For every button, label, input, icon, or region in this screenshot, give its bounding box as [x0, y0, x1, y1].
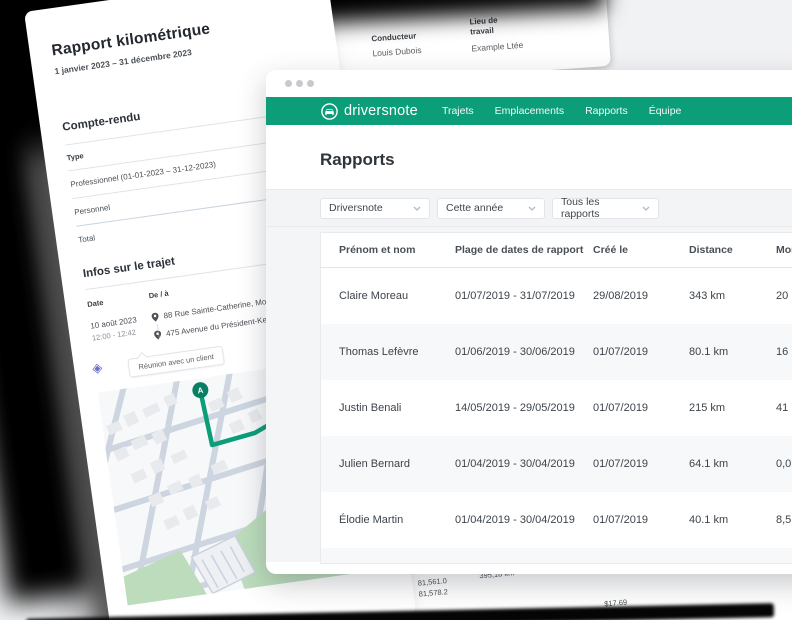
filter-type-dropdown[interactable]: Tous les rapports [552, 198, 659, 219]
brand-logo[interactable]: driversnote [321, 103, 418, 120]
page-title: Rapports [320, 150, 792, 170]
workplace-value: Example Ltée [471, 40, 524, 54]
chevron-down-icon [413, 206, 421, 211]
cell-distance: 215 km [689, 402, 776, 414]
pin-icon [151, 312, 159, 322]
odometer-start: 81,561.0 [417, 576, 447, 588]
cell-name: Justin Benali [339, 402, 455, 414]
col-created: Créé le [593, 244, 689, 256]
cell-range: 01/06/2019 - 30/06/2019 [455, 346, 593, 358]
col-range: Plage de dates de rapport [455, 244, 593, 256]
table-row[interactable]: Justin Benali 14/05/2019 - 29/05/2019 01… [321, 380, 792, 436]
trip-col-route: De / à [148, 289, 169, 301]
odometer-end: 81,578.2 [418, 587, 448, 599]
filter-bar: Driversnote Cette année Tous les rapport… [266, 189, 792, 227]
app-navbar: driversnote Trajets Emplacements Rapport… [266, 97, 792, 125]
cell-distance: 64.1 km [689, 458, 776, 470]
cell-range: 14/05/2019 - 29/05/2019 [455, 402, 593, 414]
filter-period-dropdown[interactable]: Cette année [437, 198, 545, 219]
filter-account-value: Driversnote [329, 202, 383, 214]
page-content: Prénom et nom Plage de dates de rapport … [266, 227, 792, 562]
chevron-down-icon [528, 206, 536, 211]
table-row[interactable]: Thomas Lefèvre 01/06/2019 - 30/06/2019 0… [321, 324, 792, 380]
cell-created: 01/07/2019 [593, 514, 689, 526]
filter-account-dropdown[interactable]: Driversnote [320, 198, 430, 219]
window-dot-icon[interactable] [296, 80, 303, 87]
cell-name: Claire Moreau [339, 290, 455, 302]
cell-name: Élodie Martin [339, 514, 455, 526]
table-row[interactable]: Julien Bernard 01/04/2019 - 30/04/2019 0… [321, 436, 792, 492]
screenshot-stage: Conducteur Louis Dubois Lieu de travail … [0, 0, 792, 620]
col-name: Prénom et nom [339, 244, 455, 256]
cell-distance: 80.1 km [689, 346, 776, 358]
brand-name: driversnote [344, 103, 418, 119]
filter-period-value: Cette année [446, 202, 503, 214]
filter-type-value: Tous les rapports [561, 196, 634, 220]
cell-amount: 41 [776, 402, 792, 414]
cell-amount: 0,0 [776, 458, 792, 470]
car-logo-icon [321, 103, 338, 120]
page-header: Rapports [266, 125, 792, 189]
col-distance: Distance [689, 244, 776, 256]
cell-range: 01/04/2019 - 30/04/2019 [455, 514, 593, 526]
cell-amount: 8,5 [776, 514, 792, 526]
cell-created: 29/08/2019 [593, 290, 689, 302]
table-row[interactable]: Claire Moreau 01/07/2019 - 31/07/2019 29… [321, 268, 792, 324]
nav-item-rapports[interactable]: Rapports [585, 105, 628, 117]
window-dot-icon[interactable] [307, 80, 314, 87]
workplace-label: Lieu de travail [469, 15, 512, 38]
waypoint-diamond-icon: ◈ [91, 361, 103, 376]
cell-distance: 40.1 km [689, 514, 776, 526]
col-amount: Montant [776, 244, 792, 256]
cell-distance: 343 km [689, 290, 776, 302]
cell-range: 01/04/2019 - 30/04/2019 [455, 458, 593, 470]
reports-table: Prénom et nom Plage de dates de rapport … [320, 232, 792, 564]
trip-col-date: Date [87, 291, 150, 309]
cell-range: 01/07/2019 - 31/07/2019 [455, 290, 593, 302]
cell-amount: 20 [776, 290, 792, 302]
nav-item-emplacements[interactable]: Emplacements [495, 105, 564, 117]
table-row-partial [321, 548, 792, 564]
cell-name: Thomas Lefèvre [339, 346, 455, 358]
chevron-down-icon [642, 206, 650, 211]
browser-window: driversnote Trajets Emplacements Rapport… [266, 70, 792, 574]
driver-label: Conducteur [371, 31, 416, 44]
cell-created: 01/07/2019 [593, 458, 689, 470]
cell-created: 01/07/2019 [593, 402, 689, 414]
nav-item-trajets[interactable]: Trajets [442, 105, 474, 117]
browser-titlebar [266, 70, 792, 97]
main-nav: Trajets Emplacements Rapports Équipe [442, 105, 702, 117]
cell-name: Julien Bernard [339, 458, 455, 470]
window-dot-icon[interactable] [285, 80, 292, 87]
driver-value: Louis Dubois [372, 45, 422, 58]
cell-created: 01/07/2019 [593, 346, 689, 358]
table-header-row: Prénom et nom Plage de dates de rapport … [321, 233, 792, 268]
table-row[interactable]: Élodie Martin 01/04/2019 - 30/04/2019 01… [321, 492, 792, 548]
cell-amount: 16 [776, 346, 792, 358]
nav-item-equipe[interactable]: Équipe [649, 105, 682, 117]
